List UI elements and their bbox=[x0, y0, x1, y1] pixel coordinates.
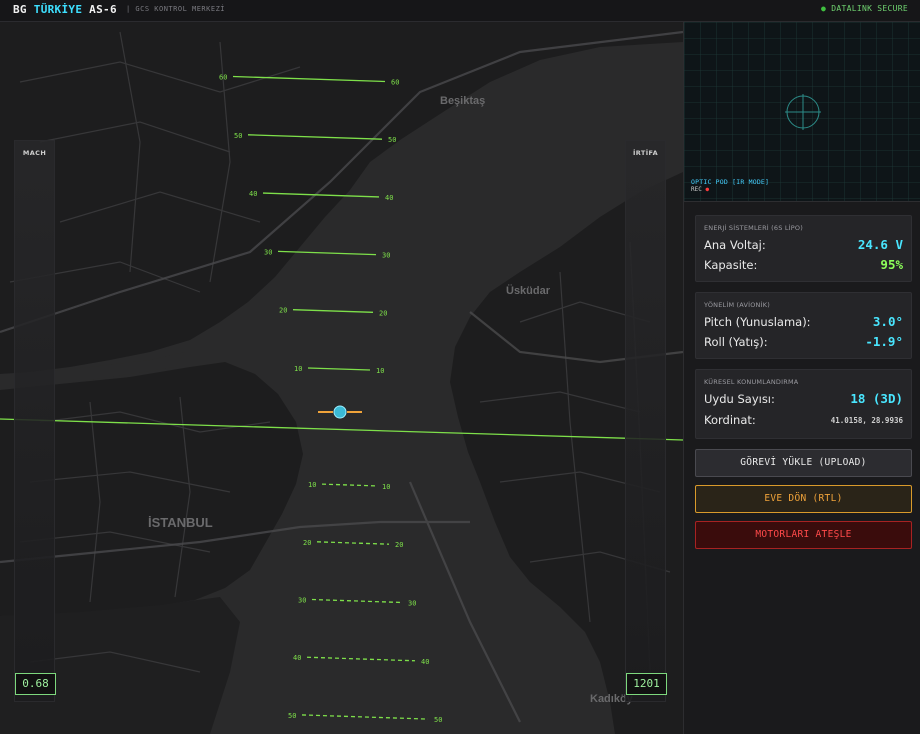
rec-label: REC bbox=[691, 186, 702, 193]
pitch-ladder-line-up-10 bbox=[307, 367, 371, 371]
pitch-ladder-label-up-50-right: 50 bbox=[388, 136, 396, 144]
speed-tape-value: 0.68 bbox=[15, 673, 56, 695]
pitch-value: 3.0° bbox=[872, 314, 903, 329]
camera-grid bbox=[684, 22, 920, 201]
pitch-ladder-line-down-10 bbox=[321, 483, 377, 487]
pitch-ladder-label-up-40-left: 40 bbox=[249, 190, 257, 198]
map-view[interactable]: Beşiktaş Üsküdar İSTANBUL Kadıköy 60 60 50… bbox=[0, 22, 683, 734]
roll-row: Roll (Yatış): -1.9° bbox=[704, 334, 903, 350]
pitch-ladder-label-down-20-right: 20 bbox=[395, 541, 403, 549]
upload-mission-button[interactable]: GÖREVİ YÜKLE (UPLOAD) bbox=[695, 449, 912, 477]
attitude-card: YÖNELİM (AVİONİK) Pitch (Yunuslama): 3.0… bbox=[695, 292, 912, 359]
brand-country: TÜRKİYE bbox=[33, 3, 83, 16]
horizon-line bbox=[0, 418, 683, 441]
pitch-ladder-label-down-30-left: 30 bbox=[298, 597, 306, 605]
altitude-tape: İRTİFA 1201 bbox=[625, 140, 667, 702]
voltage-value: 24.6 V bbox=[857, 237, 903, 252]
power-card-title: ENERJİ SİSTEMLERİ (6S LİPO) bbox=[704, 224, 803, 232]
altitude-tape-value: 1201 bbox=[626, 673, 667, 695]
brand-prefix: BG bbox=[13, 3, 34, 16]
capacity-label: Kapasite: bbox=[704, 258, 758, 272]
pitch-ladder-label-up-20-left: 20 bbox=[279, 307, 287, 315]
pitch-ladder-line-down-30 bbox=[311, 598, 403, 604]
attitude-card-title: YÖNELİM (AVİONİK) bbox=[704, 301, 770, 309]
rec-dot-icon: ● bbox=[705, 186, 710, 193]
pitch-ladder-label-up-40-right: 40 bbox=[385, 194, 393, 202]
app-subtitle: | GCS KONTROL MERKEZİ bbox=[126, 5, 226, 13]
pitch-ladder-label-up-20-right: 20 bbox=[379, 309, 387, 317]
pitch-ladder-line-up-20 bbox=[292, 309, 374, 313]
voltage-label: Ana Voltaj: bbox=[704, 238, 766, 252]
roll-label: Roll (Yatış): bbox=[704, 335, 768, 349]
pitch-ladder-line-up-50 bbox=[247, 134, 383, 140]
pitch-ladder-label-up-30-right: 30 bbox=[382, 252, 390, 260]
capacity-value: 95% bbox=[880, 257, 903, 272]
altitude-tape-title: İRTİFA bbox=[632, 149, 659, 157]
pitch-ladder-line-up-60 bbox=[232, 75, 386, 83]
satellites-row: Uydu Sayısı: 18 (3D) bbox=[704, 391, 903, 407]
datalink-status-text: DATALINK SECURE bbox=[831, 4, 908, 13]
pitch-ladder-line-down-40 bbox=[306, 656, 416, 662]
coordinate-value: 41.0158, 28.9936 bbox=[830, 416, 903, 425]
brand-model: AS-6 bbox=[82, 3, 117, 16]
attitude-hud: 60 60 50 50 40 40 30 30 20 20 10 10 10 10 20 20 30 30 40 40… bbox=[0, 73, 683, 724]
telemetry-panel: OPTIC POD [IR MODE] REC ● ENERJİ SİSTEML… bbox=[683, 22, 920, 734]
gps-card: KÜRESEL KONUMLANDIRMA Uydu Sayısı: 18 (3… bbox=[695, 369, 912, 439]
app-brand: BG TÜRKİYE AS-6 bbox=[13, 3, 117, 16]
pitch-row: Pitch (Yunuslama): 3.0° bbox=[704, 314, 903, 330]
camera-rec-indicator: REC ● bbox=[691, 186, 709, 193]
speed-tape: MACH 0.68 bbox=[14, 140, 56, 702]
pitch-ladder-label-up-10-right: 10 bbox=[376, 367, 384, 375]
pitch-ladder-label-up-30-left: 30 bbox=[264, 248, 272, 256]
pitch-ladder-label-down-20-left: 20 bbox=[303, 539, 311, 547]
camera-mode-label: OPTIC POD [IR MODE] bbox=[691, 178, 770, 186]
return-to-launch-button[interactable]: EVE DÖN (RTL) bbox=[695, 485, 912, 513]
pitch-ladder-label-down-10-left: 10 bbox=[308, 481, 316, 489]
coordinate-row: Kordinat: 41.0158, 28.9936 bbox=[704, 412, 903, 428]
coordinate-label: Kordinat: bbox=[704, 413, 756, 427]
pitch-ladder-label-down-10-right: 10 bbox=[382, 483, 390, 491]
pitch-ladder-label-down-50-left: 50 bbox=[288, 712, 296, 720]
pitch-label: Pitch (Yunuslama): bbox=[704, 315, 811, 329]
datalink-status: ● DATALINK SECURE bbox=[821, 4, 908, 13]
arm-motors-button[interactable]: MOTORLARI ATEŞLE bbox=[695, 521, 912, 549]
pitch-ladder-label-up-60-left: 60 bbox=[219, 73, 227, 81]
pitch-ladder-label-down-50-right: 50 bbox=[434, 716, 442, 724]
speed-tape-title: MACH bbox=[22, 149, 47, 157]
pitch-ladder-line-down-20 bbox=[316, 541, 390, 545]
pitch-ladder-label-up-10-left: 10 bbox=[294, 365, 302, 373]
gps-card-title: KÜRESEL KONUMLANDIRMA bbox=[704, 378, 799, 386]
pitch-ladder-line-down-50 bbox=[301, 714, 429, 720]
capacity-row: Kapasite: 95% bbox=[704, 257, 903, 273]
pitch-ladder-label-up-50-left: 50 bbox=[234, 132, 242, 140]
pitch-ladder-label-up-60-right: 60 bbox=[391, 79, 399, 87]
aircraft-symbol-icon bbox=[318, 405, 362, 419]
pitch-ladder-label-down-40-right: 40 bbox=[421, 658, 429, 666]
camera-feed[interactable]: OPTIC POD [IR MODE] REC ● bbox=[684, 22, 920, 202]
pitch-ladder-line-up-40 bbox=[262, 192, 380, 198]
pitch-ladder-label-down-40-left: 40 bbox=[293, 654, 301, 662]
top-bar: BG TÜRKİYE AS-6 | GCS KONTROL MERKEZİ ● … bbox=[0, 0, 920, 22]
satellites-value: 18 (3D) bbox=[850, 391, 903, 406]
power-card: ENERJİ SİSTEMLERİ (6S LİPO) Ana Voltaj: … bbox=[695, 215, 912, 282]
pitch-ladder-line-up-30 bbox=[277, 250, 377, 256]
pitch-ladder-label-down-30-right: 30 bbox=[408, 599, 416, 607]
satellites-label: Uydu Sayısı: bbox=[704, 392, 775, 406]
pitch-ladder: 60 60 50 50 40 40 30 30 20 20 10 10 10 10 20 20 30 30 40 40… bbox=[219, 73, 442, 724]
roll-value: -1.9° bbox=[865, 334, 903, 349]
voltage-row: Ana Voltaj: 24.6 V bbox=[704, 237, 903, 253]
status-dot-icon: ● bbox=[821, 4, 827, 13]
